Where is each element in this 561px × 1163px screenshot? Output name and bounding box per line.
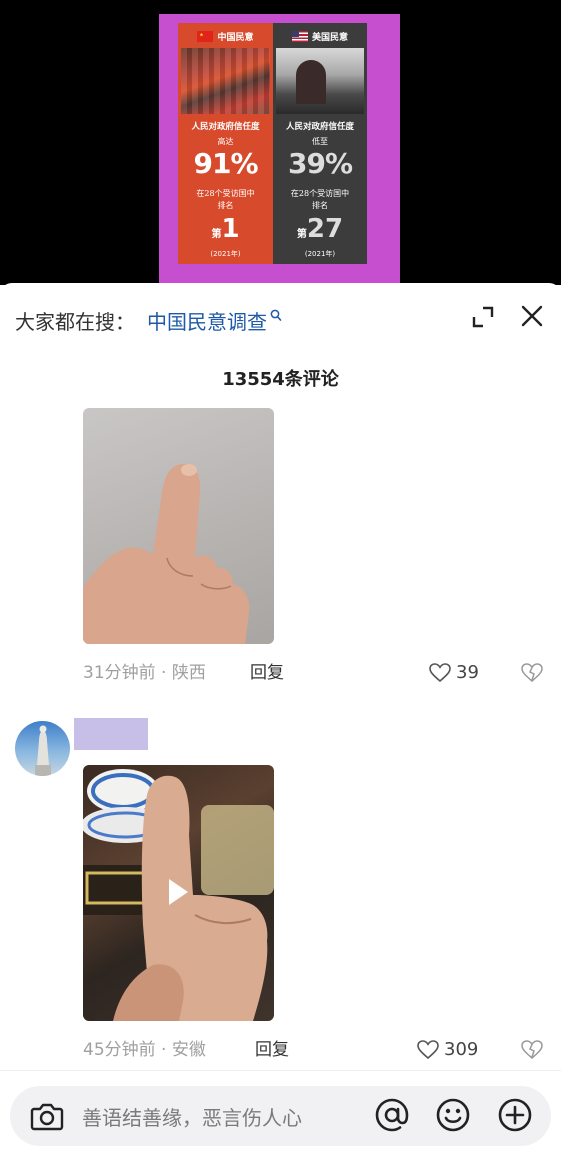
poster-right-title: 人民对政府信任度: [285, 122, 354, 132]
add-icon[interactable]: [497, 1097, 533, 1133]
trending-search-label: 大家都在搜：: [15, 309, 135, 334]
broken-heart-icon[interactable]: [521, 662, 543, 684]
like-button[interactable]: 39: [429, 662, 479, 683]
poster-china-panel: 中国民意 人民对政府信任度 高达 91% 在28个受访国中 排名 第1 (202…: [178, 23, 273, 264]
reply-button[interactable]: 回复: [250, 658, 284, 683]
poster-usa-panel: 美国民意 人民对政府信任度 低至 39% 在28个受访国中 排名 第27 (20…: [273, 23, 367, 264]
expand-icon[interactable]: [471, 305, 495, 329]
play-icon[interactable]: [166, 877, 190, 907]
comment-image[interactable]: [83, 408, 274, 644]
statue-avatar-image: [35, 725, 51, 776]
poster-image: 中国民意 人民对政府信任度 高达 91% 在28个受访国中 排名 第1 (202…: [178, 23, 367, 264]
comment-count: 13554条评论: [222, 369, 339, 390]
heart-icon: [417, 1039, 439, 1059]
video-player[interactable]: 中国民意 人民对政府信任度 高达 91% 在28个受访国中 排名 第1 (202…: [0, 0, 561, 285]
poster-left-year: (2021年): [210, 250, 241, 258]
poster-right-rank-label: 在28个受访国中 排名: [290, 189, 350, 210]
poster-left-rank: 第1: [211, 214, 240, 244]
poster-right-header: 美国民意: [311, 32, 348, 43]
poster-left-header: 中国民意: [217, 32, 254, 43]
video-poster-frame: 中国民意 人民对政府信任度 高达 91% 在28个受访国中 排名 第1 (202…: [159, 14, 400, 285]
china-crowd-photo: [181, 48, 270, 114]
usa-flag-icon: [291, 30, 308, 42]
comment-video-thumbnail[interactable]: [83, 765, 274, 1021]
trending-search-term[interactable]: 中国民意调查: [147, 306, 267, 335]
broken-heart-icon[interactable]: [521, 1039, 543, 1061]
comment-input-placeholder[interactable]: 善语结善缘，恶言伤人心: [82, 1102, 302, 1131]
china-flag-icon: [197, 30, 214, 42]
poster-left-sub: 高达: [217, 137, 234, 146]
usa-capitol-photo: [276, 48, 364, 114]
poster-right-sub: 低至: [312, 137, 328, 146]
poster-left-percent: 91%: [193, 147, 258, 180]
reply-button[interactable]: 回复: [255, 1035, 289, 1060]
like-count: 39: [456, 662, 479, 683]
trending-search[interactable]: 大家都在搜： 中国民意调查: [15, 305, 282, 335]
hand-gesture-image: [83, 463, 250, 644]
camera-icon[interactable]: [30, 1099, 64, 1133]
comment-time-location: 31分钟前 · 陕西: [83, 663, 206, 683]
search-icon[interactable]: [270, 309, 282, 323]
poster-right-rank: 第27: [296, 214, 344, 244]
poster-right-year: (2021年): [304, 250, 336, 258]
emoji-icon[interactable]: [435, 1097, 471, 1133]
poster-left-rank-label: 在28个受访国中 排名: [196, 189, 255, 210]
mention-icon[interactable]: [374, 1097, 410, 1133]
close-icon[interactable]: [519, 303, 545, 329]
avatar[interactable]: [15, 721, 70, 776]
username-redacted[interactable]: [74, 718, 148, 750]
heart-icon: [429, 662, 451, 682]
comment-sheet: 大家都在搜： 中国民意调查 13554条评论 31分钟前 · 陕西 回复 39: [0, 283, 561, 1163]
comment-time-location: 45分钟前 · 安徽: [83, 1040, 206, 1060]
poster-right-percent: 39%: [287, 147, 353, 180]
like-count: 309: [444, 1039, 479, 1060]
like-button[interactable]: 309: [417, 1039, 478, 1060]
poster-left-title: 人民对政府信任度: [191, 122, 260, 132]
